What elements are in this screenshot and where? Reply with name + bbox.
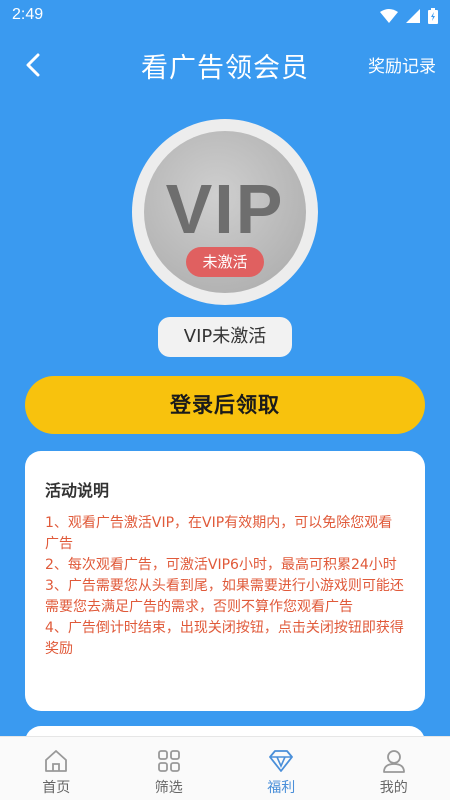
nav-item-mine[interactable]: 我的 xyxy=(338,737,450,800)
login-claim-button[interactable]: 登录后领取 xyxy=(25,376,425,434)
status-icons xyxy=(380,8,438,24)
activity-title: 活动说明 xyxy=(45,481,110,500)
battery-icon xyxy=(428,8,438,24)
wifi-icon xyxy=(380,9,398,23)
user-icon xyxy=(382,750,405,773)
diamond-icon xyxy=(269,750,294,772)
nav-label: 筛选 xyxy=(154,780,183,796)
signal-icon xyxy=(406,9,420,23)
status-time: 2:49 xyxy=(12,6,44,23)
header: 看广告领会员 奖励记录 xyxy=(0,32,450,96)
bottom-nav: 首页 筛选 福利 我的 xyxy=(0,736,450,800)
vip-status-chip: VIP未激活 xyxy=(158,317,292,357)
reward-record-link[interactable]: 奖励记录 xyxy=(368,52,436,77)
vip-badge: VIP 未激活 xyxy=(132,119,318,305)
nav-item-welfare[interactable]: 福利 xyxy=(225,737,338,800)
nav-label: 我的 xyxy=(379,780,408,796)
activity-card: 活动说明 1、观看广告激活VIP，在VIP有效期内，可以免除您观看广告 2、每次… xyxy=(25,451,425,711)
vip-badge-text: VIP xyxy=(165,170,285,248)
activity-rule: 4、广告倒计时结束，出现关闭按钮，点击关闭按钮即获得奖励 xyxy=(45,620,404,657)
activity-rules: 1、观看广告激活VIP，在VIP有效期内，可以免除您观看广告 2、每次观看广告，… xyxy=(45,513,405,660)
activity-rule: 3、广告需要您从头看到尾，如果需要进行小游戏则可能还需要您去满足广告的需求，否则… xyxy=(45,578,404,615)
nav-item-filter[interactable]: 筛选 xyxy=(113,737,226,800)
activity-rule: 2、每次观看广告，可激活VIP6小时，最高可积累24小时 xyxy=(45,557,397,573)
home-icon xyxy=(45,750,68,772)
inactive-badge: 未激活 xyxy=(186,247,264,277)
nav-label: 福利 xyxy=(267,780,296,796)
status-bar: 2:49 xyxy=(0,0,450,32)
activity-rule: 1、观看广告激活VIP，在VIP有效期内，可以免除您观看广告 xyxy=(45,515,393,552)
grid-icon xyxy=(157,750,180,772)
nav-label: 首页 xyxy=(42,780,71,796)
nav-item-home[interactable]: 首页 xyxy=(0,737,113,800)
vip-badge-inner: VIP 未激活 xyxy=(144,131,306,293)
